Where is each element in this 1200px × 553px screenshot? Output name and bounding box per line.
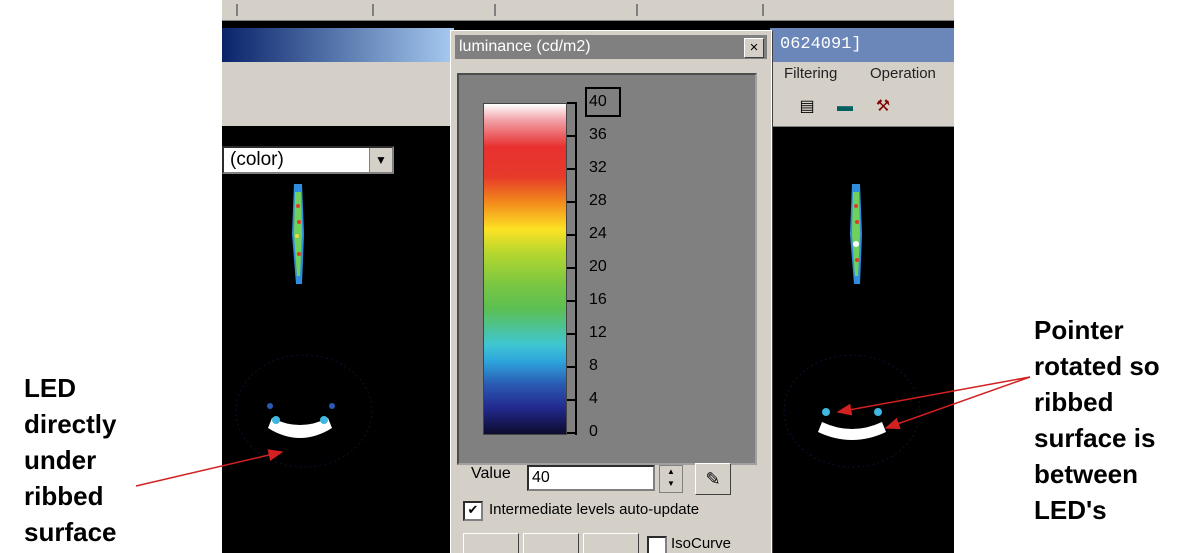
right-arrow-2 (884, 376, 1031, 430)
right-arrow-1 (836, 376, 1031, 416)
annotation-arrows (135, 376, 1031, 487)
left-arrow (135, 449, 284, 487)
